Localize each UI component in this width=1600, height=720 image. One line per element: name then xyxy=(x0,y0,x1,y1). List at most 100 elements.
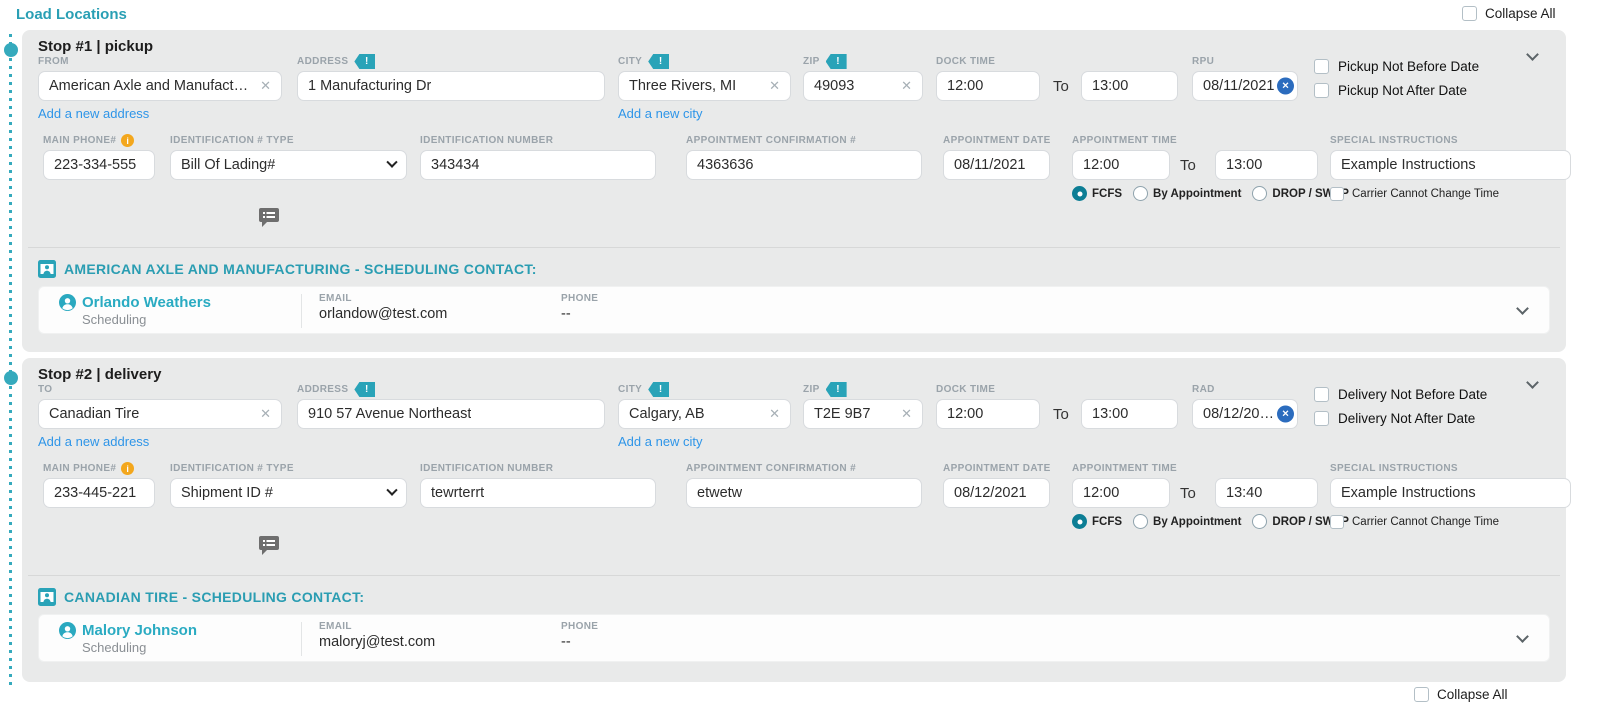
delivery-not-before-option[interactable]: Delivery Not Before Date xyxy=(1314,387,1487,402)
stop-1-collapse-chevron-icon[interactable] xyxy=(1526,46,1539,64)
dock-time-from-input[interactable]: 12:00 xyxy=(936,399,1040,429)
address-input[interactable]: 910 57 Avenue Northeast xyxy=(297,399,605,429)
from-input[interactable]: American Axle and Manufacturi... ✕ xyxy=(38,71,282,101)
carrier-cannot-change-checkbox[interactable] xyxy=(1330,187,1344,201)
by-appointment-radio[interactable] xyxy=(1133,514,1149,529)
dock-time-to-input[interactable]: 13:00 xyxy=(1081,71,1178,101)
delivery-not-after-option[interactable]: Delivery Not After Date xyxy=(1314,411,1487,426)
city-clear-icon[interactable]: ✕ xyxy=(763,78,780,94)
city-field: CITY! Calgary, AB ✕ xyxy=(618,382,791,429)
stop-2-collapse-chevron-icon[interactable] xyxy=(1526,374,1539,392)
to-field: TO Canadian Tire ✕ xyxy=(38,383,282,429)
dock-time-from-input[interactable]: 12:00 xyxy=(936,71,1040,101)
address-input[interactable]: 1 Manufacturing Dr xyxy=(297,71,605,101)
city-input[interactable]: Calgary, AB ✕ xyxy=(618,399,791,429)
collapse-all-top: Collapse All xyxy=(1462,6,1556,21)
zip-label: ZIP xyxy=(803,56,820,67)
appointment-time-label: APPOINTMENT TIME xyxy=(1072,463,1178,474)
fcfs-radio[interactable] xyxy=(1072,186,1087,201)
special-instructions-input[interactable]: Example Instructions xyxy=(1330,478,1571,508)
city-label: CITY xyxy=(618,56,643,67)
delivery-not-after-checkbox[interactable] xyxy=(1314,411,1329,426)
drop-swap-radio[interactable] xyxy=(1252,186,1268,201)
main-phone-label: MAIN PHONE# xyxy=(43,135,117,146)
carrier-cannot-change-option[interactable]: Carrier Cannot Change Time xyxy=(1330,187,1499,201)
zip-input[interactable]: 49093 ✕ xyxy=(803,71,923,101)
pickup-not-before-option[interactable]: Pickup Not Before Date xyxy=(1314,59,1479,74)
city-input[interactable]: Three Rivers, MI ✕ xyxy=(618,71,791,101)
special-instructions-field: SPECIAL INSTRUCTIONS Example Instruction… xyxy=(1330,462,1571,508)
appointment-date-input[interactable]: 08/12/2021 xyxy=(943,478,1050,508)
add-new-address-link[interactable]: Add a new address xyxy=(38,434,149,449)
main-phone-input[interactable]: 223-334-555 xyxy=(43,150,155,180)
collapse-all-bottom: Collapse All xyxy=(1414,687,1508,702)
appointment-time-from-input[interactable]: 12:00 xyxy=(1072,478,1170,508)
identification-type-select[interactable]: Shipment ID # xyxy=(170,478,407,508)
rpu-date-clear-icon[interactable]: ✕ xyxy=(1277,77,1294,95)
main-phone-input[interactable]: 233-445-221 xyxy=(43,478,155,508)
collapse-all-top-checkbox[interactable] xyxy=(1462,6,1477,21)
contact-row[interactable]: Malory Johnson Scheduling EMAIL maloryj@… xyxy=(38,614,1550,662)
identification-type-label: IDENTIFICATION # TYPE xyxy=(170,135,294,146)
city-clear-icon[interactable]: ✕ xyxy=(763,406,780,422)
zip-clear-icon[interactable]: ✕ xyxy=(895,406,912,422)
collapse-all-bottom-checkbox[interactable] xyxy=(1414,687,1429,702)
appointment-time-from-input[interactable]: 12:00 xyxy=(1072,150,1170,180)
fcfs-option[interactable]: FCFS xyxy=(1072,186,1122,201)
identification-type-field: IDENTIFICATION # TYPE Shipment ID # xyxy=(170,462,407,508)
rad-date-clear-icon[interactable]: ✕ xyxy=(1277,405,1294,423)
notes-icon[interactable] xyxy=(259,208,279,232)
contact-row[interactable]: Orlando Weathers Scheduling EMAIL orland… xyxy=(38,286,1550,334)
appointment-time-to-input[interactable]: 13:40 xyxy=(1215,478,1318,508)
appointment-date-field: APPOINTMENT DATE 08/12/2021 xyxy=(943,462,1050,508)
dock-time-to-input[interactable]: 13:00 xyxy=(1081,399,1178,429)
by-appointment-option[interactable]: By Appointment xyxy=(1133,186,1241,201)
contact-name: Malory Johnson xyxy=(59,622,197,639)
identification-number-label: IDENTIFICATION NUMBER xyxy=(420,135,554,146)
add-new-city-link[interactable]: Add a new city xyxy=(618,434,703,449)
pickup-not-after-option[interactable]: Pickup Not After Date xyxy=(1314,83,1479,98)
add-new-city-link[interactable]: Add a new city xyxy=(618,106,703,121)
pickup-not-after-checkbox[interactable] xyxy=(1314,83,1329,98)
appointment-confirmation-input[interactable]: 4363636 xyxy=(686,150,922,180)
carrier-cannot-change-option[interactable]: Carrier Cannot Change Time xyxy=(1330,515,1499,529)
main-phone-field: MAIN PHONE# i 233-445-221 xyxy=(43,462,155,508)
contact-row-chevron-icon[interactable] xyxy=(1516,302,1529,315)
identification-number-input[interactable]: tewrterrt xyxy=(420,478,656,508)
zip-input[interactable]: T2E 9B7 ✕ xyxy=(803,399,923,429)
contact-name-column: Orlando Weathers Scheduling xyxy=(59,294,211,327)
appointment-confirmation-label: APPOINTMENT CONFIRMATION # xyxy=(686,135,857,146)
pickup-not-before-checkbox[interactable] xyxy=(1314,59,1329,74)
appointment-time-to-label: To xyxy=(1180,157,1196,174)
contact-row-chevron-icon[interactable] xyxy=(1516,630,1529,643)
fcfs-radio[interactable] xyxy=(1072,514,1087,529)
drop-swap-radio[interactable] xyxy=(1252,514,1268,529)
contact-phone-column: PHONE -- xyxy=(561,293,598,322)
identification-type-select[interactable]: Bill Of Lading# xyxy=(170,150,407,180)
appointment-date-input[interactable]: 08/11/2021 xyxy=(943,150,1050,180)
address-field: ADDRESS! 910 57 Avenue Northeast xyxy=(297,382,605,429)
rpu-date-input[interactable]: 08/11/2021 ✕ xyxy=(1192,71,1298,101)
by-appointment-radio[interactable] xyxy=(1133,186,1149,201)
notes-icon[interactable] xyxy=(259,536,279,560)
identification-number-input[interactable]: 343434 xyxy=(420,150,656,180)
special-instructions-label: SPECIAL INSTRUCTIONS xyxy=(1330,463,1458,474)
delivery-not-before-checkbox[interactable] xyxy=(1314,387,1329,402)
appointment-confirmation-input[interactable]: etwetw xyxy=(686,478,922,508)
from-clear-icon[interactable]: ✕ xyxy=(254,78,271,94)
identification-number-label: IDENTIFICATION NUMBER xyxy=(420,463,554,474)
carrier-cannot-change-checkbox[interactable] xyxy=(1330,515,1344,529)
zip-clear-icon[interactable]: ✕ xyxy=(895,78,912,94)
main-phone-label: MAIN PHONE# xyxy=(43,463,117,474)
to-clear-icon[interactable]: ✕ xyxy=(254,406,271,422)
special-instructions-input[interactable]: Example Instructions xyxy=(1330,150,1571,180)
appointment-type-radio-group: FCFS By Appointment DROP / SWAP xyxy=(1072,514,1349,529)
stop-2-card: Stop #2 | delivery TO Canadian Tire ✕ ADD… xyxy=(22,358,1571,682)
appointment-time-to-input[interactable]: 13:00 xyxy=(1215,150,1318,180)
contact-name: Orlando Weathers xyxy=(59,294,211,311)
add-new-address-link[interactable]: Add a new address xyxy=(38,106,149,121)
by-appointment-option[interactable]: By Appointment xyxy=(1133,514,1241,529)
rad-date-input[interactable]: 08/12/2021 ✕ xyxy=(1192,399,1298,429)
fcfs-option[interactable]: FCFS xyxy=(1072,514,1122,529)
to-input[interactable]: Canadian Tire ✕ xyxy=(38,399,282,429)
